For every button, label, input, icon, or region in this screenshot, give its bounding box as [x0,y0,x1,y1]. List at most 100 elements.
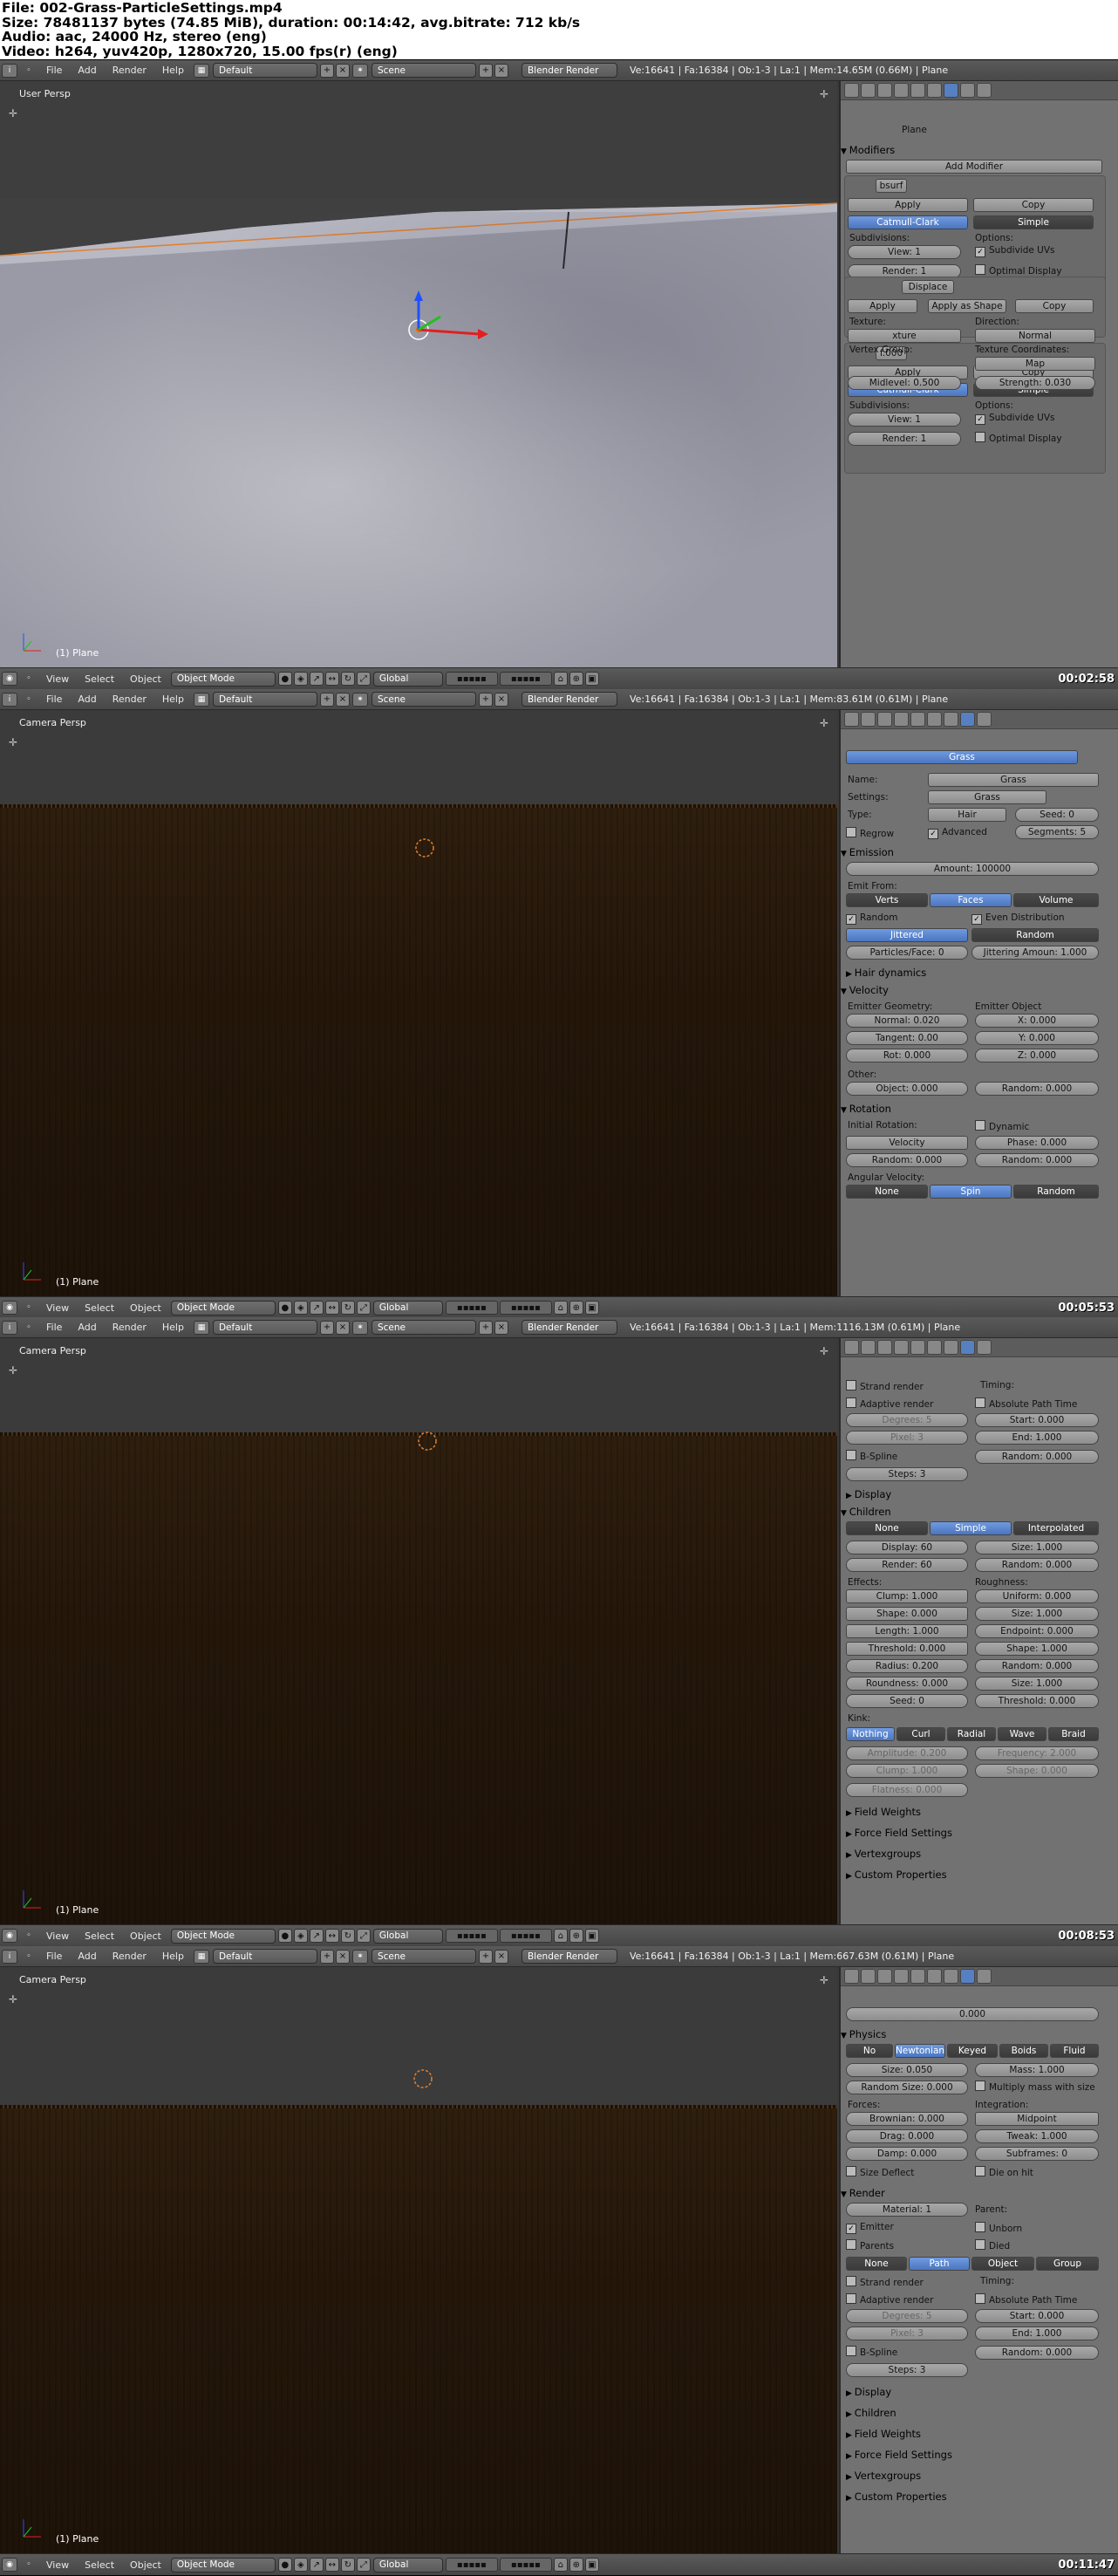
properties-tab-icon[interactable] [894,83,909,98]
layers-icon[interactable]: ▪▪▪▪▪ [445,672,498,686]
keyed-button[interactable]: Keyed [947,2044,998,2058]
end-field[interactable]: End: 1.000 [975,2327,1099,2340]
menu-file[interactable]: File [38,1322,70,1333]
menu-add[interactable]: Add [70,1951,104,1962]
properties-tab-icon[interactable] [844,83,859,98]
value-field[interactable]: 0.000 [846,2007,1099,2021]
mass-field[interactable]: Mass: 1.000 [975,2063,1099,2077]
degrees-field[interactable]: Degrees: 5 [846,2309,968,2323]
collapse-icon[interactable]: ◦ [21,2558,37,2572]
optimal-display-checkbox[interactable]: Optimal Display [975,264,1062,277]
properties-editor[interactable]: Plane Modifiers Add Modifier bsurf Apply Copy… [839,81,1118,667]
modifier-name-field[interactable]: bsurf [876,179,907,193]
settings-field[interactable]: Grass [928,790,1046,804]
properties-tab-icon[interactable] [944,1340,958,1355]
endpoint-field[interactable]: Endpoint: 0.000 [975,1624,1099,1638]
menu-render[interactable]: Render [105,1951,154,1962]
pivot-icon[interactable]: ◈ [293,1301,308,1315]
render-icon[interactable]: ▣ [584,1301,599,1315]
render-icon[interactable]: ▣ [584,1929,599,1943]
regrow-checkbox[interactable]: Regrow [846,827,894,839]
angular-none-button[interactable]: None [846,1185,928,1199]
layout-add-icon[interactable]: + [319,1320,334,1335]
scene-add-icon[interactable]: + [478,1320,493,1335]
shading-icon[interactable]: ● [277,2558,292,2572]
phase-random-field[interactable]: Random: 0.000 [975,1153,1099,1167]
ffs-header[interactable]: Force Field Settings [846,1827,952,1839]
layout-field[interactable]: Default [212,1320,317,1335]
shading-icon[interactable]: ● [277,1929,292,1943]
translate-icon[interactable]: ↔ [324,1929,339,1943]
jittered-button[interactable]: Jittered [846,928,968,942]
properties-toggle-icon[interactable]: ✛ [9,1364,17,1377]
scene-icon[interactable]: ✶ [351,1949,368,1964]
screen-layout-icon[interactable]: ▦ [193,1949,209,1964]
menu-select[interactable]: Select [77,1930,122,1942]
render-engine-select[interactable]: Blender Render [521,63,617,78]
menu-help[interactable]: Help [154,65,192,76]
random-size-field[interactable]: Random: 0.000 [975,1558,1099,1572]
properties-tab-icon[interactable] [910,712,925,727]
multiply-mass-checkbox[interactable]: Multiply mass with size [975,2081,1095,2093]
properties-tab-icon[interactable] [844,712,859,727]
subdivide-uvs-checkbox[interactable]: Subdivide UVs [975,413,1055,425]
initial-rotation-select[interactable]: Velocity [846,1136,968,1150]
integration-select[interactable]: Midpoint [975,2112,1099,2126]
scene-icon[interactable]: ✶ [351,1320,368,1335]
menu-view[interactable]: View [38,1302,77,1314]
orientation-select[interactable]: Global [372,1928,443,1944]
menu-select[interactable]: Select [77,1302,122,1314]
amplitude-field[interactable]: Amplitude: 0.200 [846,1746,968,1760]
newtonian-button[interactable]: Newtonian [895,2044,945,2058]
children-simple-button[interactable]: Simple [930,1521,1012,1535]
lock-icon[interactable]: ⌂ [553,1301,568,1315]
rough-size-field[interactable]: Size: 1.000 [975,1677,1099,1691]
properties-tab-icon[interactable] [977,712,992,727]
kink-curl-button[interactable]: Curl [896,1727,945,1741]
properties-tab-icon[interactable] [960,1340,975,1355]
collapse-icon[interactable]: ◦ [21,1950,37,1964]
subdivide-uvs-checkbox[interactable]: Subdivide UVs [975,245,1055,257]
layout-field[interactable]: Default [212,63,317,78]
scene-icon[interactable]: ✶ [351,63,368,78]
screen-layout-icon[interactable]: ▦ [193,63,209,78]
layers-icon[interactable]: ▪▪▪▪▪ [445,1301,498,1315]
absolute-path-time-checkbox[interactable]: Absolute Path Time [975,2293,1077,2306]
vg-header[interactable]: Vertexgroups [846,1848,921,1860]
type-select[interactable]: Hair [928,808,1006,822]
emitter-checkbox[interactable]: Emitter [846,2222,894,2234]
properties-editor[interactable]: 0.000 Physics NoNewtonianKeyedBoidsFluid Si… [839,1967,1118,2553]
properties-toggle-icon[interactable]: ✛ [9,736,17,748]
properties-tab-icon[interactable] [861,1969,876,1984]
screen-layout-icon[interactable]: ▦ [193,1320,209,1335]
menu-help[interactable]: Help [154,1951,192,1962]
layout-close-icon[interactable]: × [335,1320,350,1335]
parents-checkbox[interactable]: Parents [846,2239,894,2251]
flatness-field[interactable]: Flatness: 0.000 [846,1783,968,1797]
scene-add-icon[interactable]: + [478,692,493,707]
properties-tab-icon[interactable] [877,1340,892,1355]
properties-tab-icon[interactable] [861,83,876,98]
ffs-header[interactable]: Force Field Settings [846,2449,952,2461]
size-field[interactable]: Size: 0.050 [846,2063,968,2077]
lock-icon[interactable]: ⌂ [553,2558,568,2572]
absolute-path-time-checkbox[interactable]: Absolute Path Time [975,1397,1077,1410]
copy-button[interactable]: Copy [1015,299,1094,313]
segments-field[interactable]: Segments: 5 [1015,825,1099,839]
render-none-button[interactable]: None [846,2257,907,2271]
layers2-icon[interactable]: ▪▪▪▪▪ [499,672,552,686]
steps-field[interactable]: Steps: 3 [846,1467,968,1481]
dynamic-checkbox[interactable]: Dynamic [975,1120,1029,1132]
layout-close-icon[interactable]: × [335,1949,350,1964]
scale-icon[interactable]: ⤢ [356,1929,371,1943]
adaptive-render-checkbox[interactable]: Adaptive render [846,2293,933,2306]
hair-dynamics-header[interactable]: Hair dynamics [846,967,926,979]
b-spline-checkbox[interactable]: B-Spline [846,2346,897,2358]
menu-render[interactable]: Render [105,694,154,705]
properties-tab-icon[interactable] [861,1340,876,1355]
orientation-select[interactable]: Global [372,2557,443,2573]
orientation-select[interactable]: Global [372,671,443,687]
rough-random-field[interactable]: Random: 0.000 [975,1659,1099,1673]
menu-view[interactable]: View [38,2559,77,2571]
layout-close-icon[interactable]: × [335,63,350,78]
